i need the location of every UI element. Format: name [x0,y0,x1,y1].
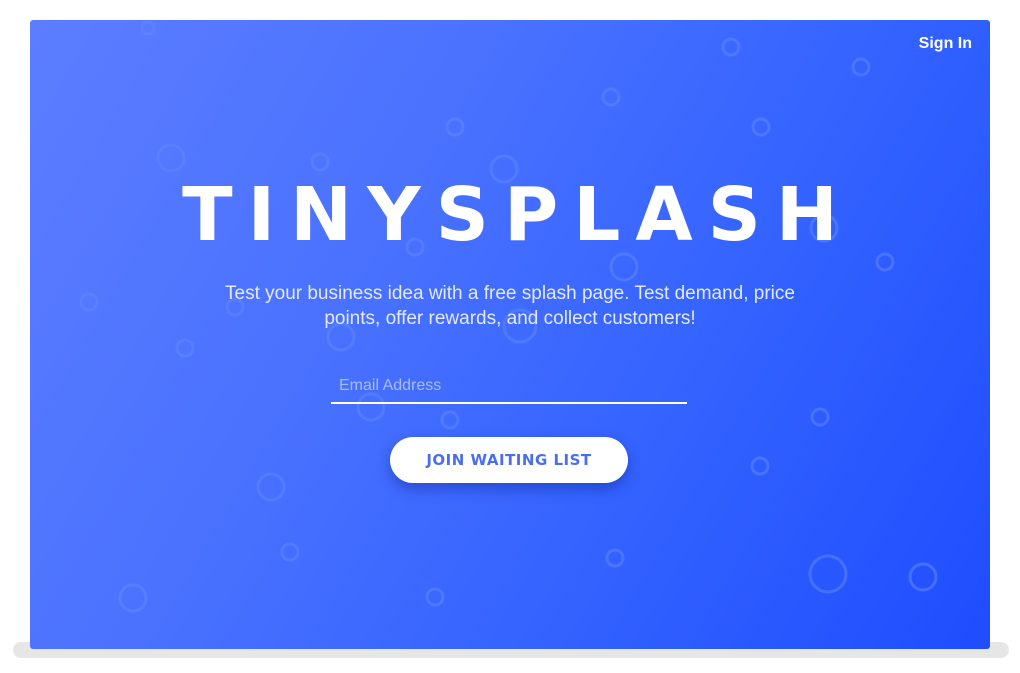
join-waiting-list-button[interactable]: JOIN WAITING LIST [390,437,628,483]
brand-title: TINYSPLASH [182,172,853,258]
hero-section: Sign In TINYSPLASH Test your business id… [30,20,990,649]
sign-in-link[interactable]: Sign In [919,35,972,53]
tagline: Test your business idea with a free spla… [225,283,795,329]
email-input[interactable] [331,370,687,404]
bubble-background [79,20,938,613]
